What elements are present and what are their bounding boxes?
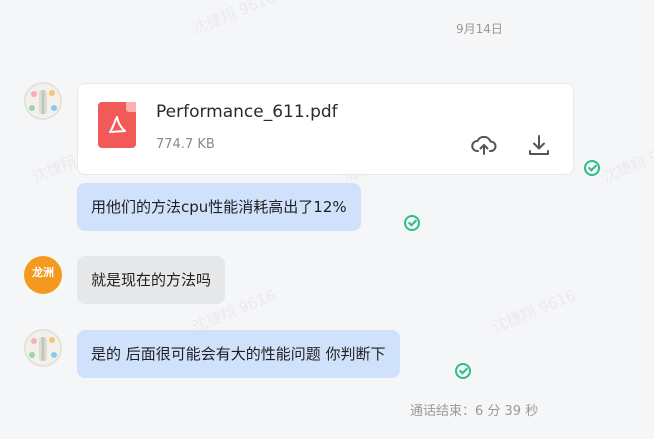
message-bubble[interactable]: 用他们的方法cpu性能消耗高出了12%: [77, 183, 361, 231]
watermark: 沈捷翔 9616: [190, 0, 279, 38]
message-text: 是的 后面很可能会有大的性能问题 你判断下: [91, 345, 386, 363]
download-icon[interactable]: [526, 132, 552, 158]
read-check-icon: [584, 160, 600, 176]
date-label: 9月14日: [456, 22, 503, 36]
message-bubble[interactable]: 就是现在的方法吗: [77, 256, 226, 304]
avatar-label: 龙洲: [32, 266, 54, 279]
pdf-file-icon: [98, 102, 136, 148]
file-attachment-card[interactable]: Performance_611.pdf 774.7 KB: [77, 83, 574, 175]
file-size: 774.7 KB: [156, 137, 215, 152]
read-check-icon: [455, 363, 471, 379]
file-name[interactable]: Performance_611.pdf: [156, 102, 338, 122]
cloud-upload-icon[interactable]: [471, 132, 497, 158]
message-text: 就是现在的方法吗: [91, 271, 212, 289]
call-status: 通话结束：6 分 39 秒: [410, 404, 539, 419]
message-bubble[interactable]: 是的 后面很可能会有大的性能问题 你判断下: [77, 330, 400, 378]
watermark: 沈捷翔 9616: [600, 136, 654, 186]
avatar[interactable]: [24, 82, 62, 120]
avatar[interactable]: 龙洲: [24, 256, 62, 294]
watermark: 沈捷翔 9616: [490, 286, 579, 336]
avatar[interactable]: [24, 329, 62, 367]
message-text: 用他们的方法cpu性能消耗高出了12%: [91, 198, 347, 216]
read-check-icon: [404, 215, 420, 231]
